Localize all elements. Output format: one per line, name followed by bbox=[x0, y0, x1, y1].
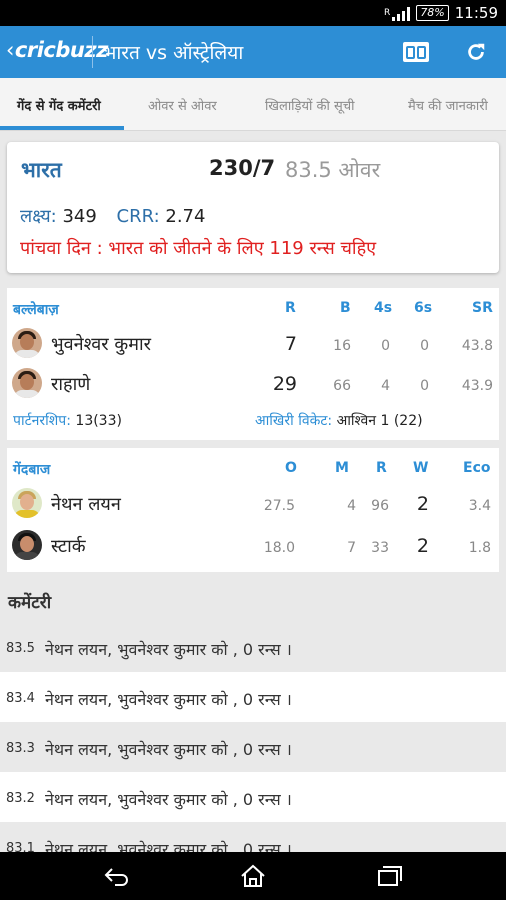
bowler-runs: 33 bbox=[371, 540, 389, 556]
target-value: 349 bbox=[62, 206, 97, 227]
tab-squads[interactable]: खिलाड़ियों की सूची bbox=[265, 96, 354, 114]
commentary-item: 83.2 नेथन लयन, भुवनेश्वर कुमार को , 0 रन… bbox=[0, 772, 506, 822]
bowler-economy: 1.8 bbox=[468, 540, 491, 556]
target-line: लक्ष्य: 349 CRR: 2.74 bbox=[20, 204, 205, 228]
batsman-balls: 16 bbox=[333, 338, 351, 354]
signal-roaming-label: R bbox=[384, 8, 391, 18]
clock: 11:59 bbox=[454, 4, 498, 22]
bowler-maidens: 4 bbox=[347, 498, 356, 514]
commentary-item: 83.5 नेथन लयन, भुवनेश्वर कुमार को , 0 रन… bbox=[0, 622, 506, 672]
partnership: पार्टनरशिप: 13(33) bbox=[13, 411, 122, 430]
bowler-name[interactable]: स्टार्क bbox=[51, 534, 86, 558]
batsman-name[interactable]: राहाणे bbox=[51, 372, 90, 396]
status-bar: R 78% 11:59 bbox=[0, 0, 506, 26]
col-wickets: W bbox=[413, 460, 429, 476]
back-icon[interactable] bbox=[103, 864, 131, 888]
tab-ball-by-ball[interactable]: गेंद से गेंद कमेंटरी bbox=[17, 96, 101, 114]
bowler-maidens: 7 bbox=[347, 540, 356, 556]
commentary-text: नेथन लयन, भुवनेश्वर कुमार को , 0 रन्स । bbox=[45, 740, 292, 759]
active-tab-indicator bbox=[0, 126, 124, 130]
bowler-name[interactable]: नेथन लयन bbox=[51, 492, 121, 516]
bowler-wickets: 2 bbox=[416, 493, 429, 515]
last-wicket-label: आखिरी विकेट: bbox=[255, 413, 333, 429]
col-balls: B bbox=[340, 300, 351, 316]
col-strike-rate: SR bbox=[472, 300, 493, 316]
batsman-sixes: 0 bbox=[420, 378, 429, 394]
batsman-name[interactable]: भुवनेश्वर कुमार bbox=[51, 332, 151, 356]
col-fours: 4s bbox=[374, 300, 393, 316]
col-maidens: M bbox=[335, 460, 349, 476]
player-avatar bbox=[12, 368, 42, 398]
team-score: 230/7 bbox=[209, 156, 276, 180]
bowler-wickets: 2 bbox=[416, 535, 429, 557]
header-divider bbox=[92, 36, 93, 68]
commentary-over: 83.4 bbox=[6, 691, 35, 706]
commentary-text: नेथन लयन, भुवनेश्वर कुमार को , 0 रन्स । bbox=[45, 790, 292, 809]
tab-over-by-over[interactable]: ओवर से ओवर bbox=[148, 96, 217, 114]
player-avatar bbox=[12, 530, 42, 560]
batsman-strike-rate: 43.9 bbox=[461, 378, 493, 394]
home-icon[interactable] bbox=[239, 864, 267, 888]
batsman-sixes: 0 bbox=[420, 338, 429, 354]
commentary-item: 83.4 नेथन लयन, भुवनेश्वर कुमार को , 0 रन… bbox=[0, 672, 506, 722]
scoreboard-icon[interactable] bbox=[403, 42, 429, 62]
col-runs: R bbox=[285, 300, 296, 316]
crr-value: 2.74 bbox=[165, 206, 206, 227]
score-card: भारत 230/7 83.5 ओवर लक्ष्य: 349 CRR: 2.7… bbox=[7, 142, 499, 273]
player-avatar bbox=[12, 488, 42, 518]
battery-icon: 78% bbox=[416, 5, 449, 21]
back-chevron-icon: ‹ bbox=[6, 38, 14, 62]
commentary-text: नेथन लयन, भुवनेश्वर कुमार को , 0 रन्स । bbox=[45, 640, 292, 659]
batting-panel: बल्लेबाज़ R B 4s 6s SR भुवनेश्वर कुमार 7… bbox=[7, 288, 499, 440]
match-status: पांचवा दिन : भारत को जीतने के लिए 119 रन… bbox=[20, 238, 377, 259]
app-bar: ‹cricbuzz भारत vs ऑस्ट्रेलिया bbox=[0, 26, 506, 78]
bowling-header: गेंदबाज bbox=[13, 462, 51, 478]
team-overs: 83.5 ओवर bbox=[285, 158, 381, 182]
bowler-runs: 96 bbox=[371, 498, 389, 514]
partnership-label: पार्टनरशिप: bbox=[13, 413, 71, 429]
col-overs: O bbox=[285, 460, 297, 476]
bowler-economy: 3.4 bbox=[468, 498, 491, 514]
tab-bar: गेंद से गेंद कमेंटरी ओवर से ओवर खिलाड़िय… bbox=[0, 78, 506, 131]
col-sixes: 6s bbox=[414, 300, 433, 316]
batsman-runs: 29 bbox=[272, 373, 297, 395]
commentary-over: 83.3 bbox=[6, 741, 35, 756]
batsman-balls: 66 bbox=[333, 378, 351, 394]
recents-icon[interactable] bbox=[375, 864, 403, 888]
commentary-over: 83.5 bbox=[6, 641, 35, 656]
tab-match-info[interactable]: मैच की जानकारी bbox=[408, 96, 488, 114]
commentary-over: 83.2 bbox=[6, 791, 35, 806]
col-economy: Eco bbox=[463, 460, 491, 476]
bowler-overs: 18.0 bbox=[263, 540, 295, 556]
status-icons: R 78% 11:59 bbox=[384, 4, 498, 22]
batsman-strike-rate: 43.8 bbox=[461, 338, 493, 354]
logo-text: cricbuzz bbox=[14, 38, 108, 62]
signal-icon bbox=[392, 5, 411, 21]
batting-team: भारत bbox=[21, 158, 62, 182]
partnership-value: 13(33) bbox=[75, 413, 122, 429]
batting-header: बल्लेबाज़ bbox=[13, 302, 59, 318]
target-label: लक्ष्य: bbox=[20, 206, 57, 227]
bowling-panel: गेंदबाज O M R W Eco नेथन लयन 27.5 4 96 2… bbox=[7, 448, 499, 572]
last-wicket-value: आश्विन 1 (22) bbox=[336, 413, 423, 429]
player-avatar bbox=[12, 328, 42, 358]
system-nav-bar bbox=[0, 852, 506, 900]
crr-label: CRR: bbox=[116, 206, 160, 227]
batsman-fours: 4 bbox=[381, 378, 390, 394]
batsman-fours: 0 bbox=[381, 338, 390, 354]
match-title: भारत vs ऑस्ट्रेलिया bbox=[103, 42, 244, 64]
commentary-title: कमेंटरी bbox=[8, 593, 52, 613]
batsman-runs: 7 bbox=[284, 333, 297, 355]
bowler-overs: 27.5 bbox=[263, 498, 295, 514]
col-runs-conceded: R bbox=[376, 460, 387, 476]
commentary-text: नेथन लयन, भुवनेश्वर कुमार को , 0 रन्स । bbox=[45, 690, 292, 709]
last-wicket: आखिरी विकेट: आश्विन 1 (22) bbox=[255, 411, 423, 430]
refresh-icon[interactable] bbox=[465, 41, 487, 63]
commentary-item: 83.3 नेथन लयन, भुवनेश्वर कुमार को , 0 रन… bbox=[0, 722, 506, 772]
